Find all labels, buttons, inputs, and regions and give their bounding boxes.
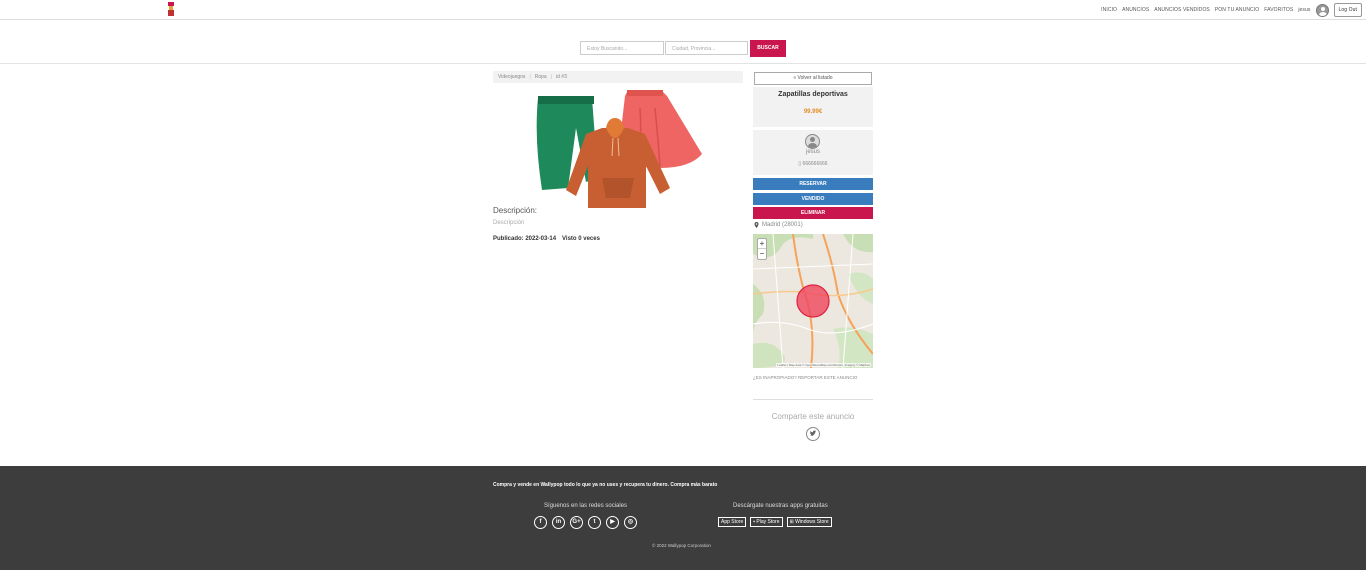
breadcrumb-separator: | (529, 74, 531, 80)
map-tiles (753, 234, 873, 368)
android-icon: ▪ (753, 519, 756, 525)
breadcrumb: Videojuegos | Ropa | id #3 (493, 71, 743, 83)
facebook-icon[interactable]: f (534, 516, 547, 529)
footer: Compra y vende en Wallypop todo lo que y… (0, 466, 1366, 570)
breadcrumb-category[interactable]: Videojuegos (498, 74, 525, 80)
product-title: Zapatillas deportivas (778, 91, 848, 98)
map-attribution[interactable]: Leaflet | Map data © OpenStreetMap contr… (776, 363, 871, 367)
sold-button[interactable]: VENDIDO (753, 193, 873, 205)
product-image[interactable] (530, 88, 705, 208)
description-title: Descripción: (493, 206, 538, 215)
app-store-links: App Store ▪ Play Store ⊞ Windows Store (718, 517, 832, 527)
delete-button[interactable]: ELIMINAR (753, 207, 873, 219)
logo-icon[interactable] (166, 2, 176, 16)
search-button[interactable]: BUSCAR (750, 40, 786, 57)
nav-favoritos[interactable]: FAVORITOS (1264, 7, 1293, 13)
play-store-button[interactable]: ▪ Play Store (750, 517, 783, 527)
breadcrumb-separator: | (550, 74, 553, 80)
map-pin-icon (754, 222, 759, 228)
nav-username[interactable]: jesus (1298, 7, 1310, 13)
seller-phone-number: 666666666 (802, 161, 828, 167)
nav-inicio[interactable]: INICIO (1101, 7, 1117, 13)
search-bar: Estoy Buscando... Ciudad, Provincia... B… (0, 20, 1366, 64)
logout-button[interactable]: Log Out (1333, 3, 1362, 17)
breadcrumb-subcategory[interactable]: Ropa (535, 74, 547, 80)
report-link[interactable]: ¿Es inapropiado? Reportar este anuncio (753, 375, 857, 380)
nav-anuncios-vendidos[interactable]: ANUNCIOS VENDIDOS (1154, 7, 1210, 13)
location-text: Madrid (28001) (762, 222, 803, 228)
divider (753, 399, 873, 400)
location-search-input[interactable]: Ciudad, Provincia... (665, 41, 748, 55)
seller-phone: ▯ 666666666 (798, 161, 828, 167)
view-count: Visto 0 veces (562, 236, 600, 242)
app-store-button[interactable]: App Store (718, 517, 747, 527)
product-price: 99.99€ (803, 109, 823, 115)
social-links: f in G+ t ▶ ◎ (534, 516, 637, 529)
reserve-button[interactable]: RESERVAR (753, 178, 873, 190)
publish-info: Publicado: 2022-03-14 Visto 0 veces (493, 236, 600, 242)
seller-card: jesus ▯ 666666666 (753, 130, 873, 175)
youtube-icon[interactable]: ▶ (606, 516, 619, 529)
description-text: Descripción (493, 220, 525, 226)
linkedin-icon[interactable]: in (552, 516, 565, 529)
play-store-label: Play Store (756, 519, 780, 525)
user-avatar-icon[interactable] (1315, 3, 1329, 17)
location-label: Madrid (28001) (754, 222, 803, 228)
twitter-icon[interactable] (806, 427, 820, 441)
twitter-icon[interactable]: t (588, 516, 601, 529)
keyword-search-input[interactable]: Estoy Buscando... (580, 41, 664, 55)
location-map[interactable]: + − Leaflet | Map data © OpenStreetMap c… (753, 234, 873, 368)
windows-store-label: Windows Store (795, 519, 829, 525)
seller-name[interactable]: jesus (753, 149, 873, 155)
back-to-list-button[interactable]: « Volver al listado (754, 72, 872, 85)
app-store-label: App Store (721, 519, 744, 525)
instagram-icon[interactable]: ◎ (624, 516, 637, 529)
share-title: Comparte este anuncio (771, 412, 855, 421)
nav-pon-tu-anuncio[interactable]: PON TU ANUNCIO (1215, 7, 1259, 13)
breadcrumb-id: id #3 (556, 74, 567, 80)
seller-avatar-icon[interactable] (805, 134, 820, 149)
copyright: © 2022 Wallypop Corporation (652, 543, 711, 548)
zoom-in-button[interactable]: + (758, 239, 766, 249)
product-summary-card: Zapatillas deportivas 99.99€ (753, 87, 873, 127)
nav-anuncios[interactable]: ANUNCIOS (1122, 7, 1149, 13)
footer-tagline: Compra y vende en Wallypop todo lo que y… (493, 482, 718, 488)
windows-icon: ⊞ (789, 519, 794, 525)
windows-store-button[interactable]: ⊞ Windows Store (786, 517, 832, 527)
top-navbar: INICIO ANUNCIOS ANUNCIOS VENDIDOS PON TU… (0, 0, 1366, 20)
google-plus-icon[interactable]: G+ (570, 516, 583, 529)
map-zoom-control: + − (757, 238, 767, 260)
apps-title: Descárgate nuestras apps gratuitas (733, 503, 828, 509)
social-title: Síguenos en las redes sociales (544, 503, 628, 509)
nav-links: INICIO ANUNCIOS ANUNCIOS VENDIDOS PON TU… (1101, 2, 1362, 18)
published-date: Publicado: 2022-03-14 (493, 236, 557, 242)
zoom-out-button[interactable]: − (758, 249, 766, 259)
